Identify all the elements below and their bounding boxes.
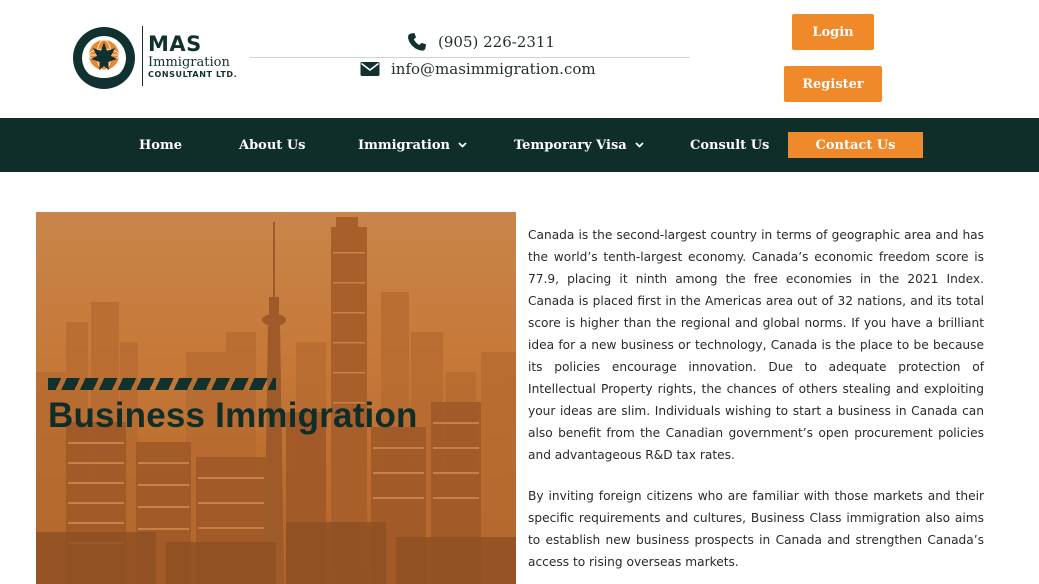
nav-item-temporary-visa[interactable]: Temporary Visa <box>514 118 644 172</box>
article-body: Canada is the second-largest country in … <box>528 224 984 584</box>
maple-leaf-emblem-icon <box>73 27 135 89</box>
logo-wordmark: MAS Immigration CONSULTANT LTD. <box>148 34 237 79</box>
logo-divider <box>142 26 143 86</box>
nav-item-immigration[interactable]: Immigration <box>358 118 467 172</box>
site-header: MAS Immigration CONSULTANT LTD. (905) 22… <box>0 0 1039 118</box>
phone-icon <box>406 31 428 53</box>
nav-item-about-us[interactable]: About Us <box>239 118 306 172</box>
article-paragraph: Canada is the second-largest country in … <box>528 228 984 462</box>
login-button[interactable]: Login <box>792 14 874 50</box>
phone-contact[interactable]: (905) 226-2311 <box>406 31 555 53</box>
nav-item-consult-us[interactable]: Consult Us <box>690 118 769 172</box>
brand-logo[interactable]: MAS Immigration CONSULTANT LTD. <box>66 22 238 89</box>
logo-name: MAS <box>148 32 202 56</box>
email-contact[interactable]: info@masimmigration.com <box>359 58 596 80</box>
article-paragraph: By inviting foreign citizens who are fam… <box>528 489 984 569</box>
email-address: info@masimmigration.com <box>391 60 596 78</box>
nav-item-label: About Us <box>239 137 306 153</box>
chevron-down-icon <box>458 142 467 148</box>
envelope-icon <box>359 58 381 80</box>
contact-us-button[interactable]: Contact Us <box>788 132 923 158</box>
nav-item-label: Temporary Visa <box>514 137 627 153</box>
hero-title: Business Immigration <box>48 396 418 435</box>
logo-line2: CONSULTANT LTD. <box>148 70 238 79</box>
logo-line1: Immigration <box>148 55 230 70</box>
register-button[interactable]: Register <box>784 66 882 102</box>
nav-item-label: Home <box>139 137 182 153</box>
chevron-down-icon <box>635 142 644 148</box>
phone-number: (905) 226-2311 <box>438 33 555 51</box>
nav-item-label: Consult Us <box>690 137 770 153</box>
hero-title-accent-stripe <box>48 378 276 390</box>
nav-item-home[interactable]: Home <box>139 118 182 172</box>
nav-item-label: Immigration <box>358 137 450 153</box>
